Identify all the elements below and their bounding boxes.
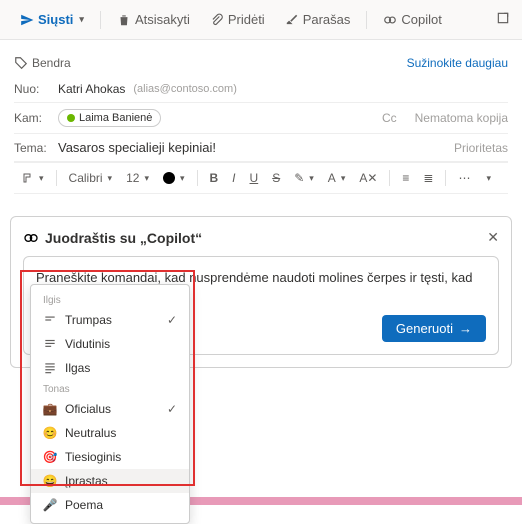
generate-button[interactable]: Generuoti → [382, 315, 486, 342]
length-icon [43, 337, 57, 351]
send-label: Siųsti [38, 12, 73, 27]
font-select[interactable]: Calibri▾ [65, 169, 117, 187]
signature-button[interactable]: Parašas [277, 8, 359, 31]
paint-icon [22, 172, 34, 184]
bullets-button[interactable]: ≡ [398, 169, 413, 187]
color-swatch-icon [163, 172, 175, 184]
attach-icon [210, 13, 224, 27]
color-button[interactable]: ▾ [159, 170, 189, 186]
check-icon: ✓ [167, 402, 177, 416]
presence-icon [67, 114, 75, 122]
numbered-button[interactable]: ≣ [419, 169, 437, 187]
cc-button[interactable]: Cc [382, 111, 397, 125]
compose-toolbar: Siųsti ▾ Atsisakyti Pridėti Parašas Copi… [0, 0, 522, 40]
tone-option[interactable]: 😄Įprastas [31, 469, 189, 493]
tone-icon: 🎤 [43, 498, 57, 512]
copilot-logo-icon [23, 230, 39, 246]
signature-icon [285, 13, 299, 27]
recipient-pill[interactable]: Laima Banienė [58, 109, 161, 127]
send-icon [20, 13, 34, 27]
chevron-down-icon: ▾ [79, 14, 84, 25]
tone-icon: 😊 [43, 426, 57, 440]
tone-icon: 😄 [43, 474, 57, 488]
more-format-button[interactable]: ⋯ [454, 169, 474, 187]
separator [366, 11, 367, 29]
learn-more-link[interactable]: Sužinokite daugiau [407, 56, 508, 70]
subject-label: Tema: [14, 141, 50, 155]
copilot-button[interactable]: Copilot [375, 8, 449, 31]
tone-option[interactable]: 😊Neutralus [31, 421, 189, 445]
clear-format-button[interactable]: A✕ [355, 169, 381, 187]
check-icon: ✓ [167, 313, 177, 327]
priority-button[interactable]: Prioritetas [454, 141, 508, 155]
popout-button[interactable] [496, 11, 510, 28]
bold-button[interactable]: B [206, 169, 223, 187]
strike-button[interactable]: S [268, 169, 284, 187]
send-button[interactable]: Siųsti ▾ [12, 8, 92, 31]
discard-button[interactable]: Atsisakyti [109, 8, 198, 31]
composer-area: Bendra Sužinokite daugiau Nuo: Katri Aho… [0, 40, 522, 204]
tone-icon: 🎯 [43, 450, 57, 464]
length-option[interactable]: Trumpas✓ [31, 308, 189, 332]
tag-icon [14, 56, 28, 70]
tone-icon: 💼 [43, 402, 57, 416]
length-option[interactable]: Vidutinis [31, 332, 189, 356]
section-length: Ilgis [31, 291, 189, 308]
tone-option[interactable]: 💼Oficialus✓ [31, 397, 189, 421]
bcc-button[interactable]: Nematoma kopija [415, 111, 508, 125]
section-tone: Tonas [31, 380, 189, 397]
highlight-button[interactable]: ✎▾ [290, 169, 318, 187]
fontcolor-button[interactable]: A▾ [324, 169, 350, 187]
subject-text[interactable]: Vasaros specialieji kepiniai! [58, 140, 216, 155]
to-field[interactable]: Kam: Laima Banienė Cc Nematoma kopija [14, 103, 508, 134]
subject-field[interactable]: Tema: Vasaros specialieji kepiniai! Prio… [14, 134, 508, 162]
from-name[interactable]: Katri Ahokas [58, 82, 125, 96]
tag-label[interactable]: Bendra [14, 56, 71, 70]
length-icon [43, 361, 57, 375]
copilot-title: Juodraštis su „Copilot“ [45, 230, 202, 246]
from-alias: (alias@contoso.com) [133, 83, 236, 95]
tone-option[interactable]: 🎯Tiesioginis [31, 445, 189, 469]
length-option[interactable]: Ilgas [31, 356, 189, 380]
popout-icon [496, 11, 510, 25]
expand-format-button[interactable]: ▾ [480, 171, 495, 186]
format-painter-button[interactable]: ▾ [18, 170, 48, 186]
trash-icon [117, 13, 131, 27]
underline-button[interactable]: U [246, 169, 263, 187]
arrow-right-icon: → [459, 321, 472, 336]
from-label: Nuo: [14, 82, 50, 96]
size-select[interactable]: 12▾ [122, 169, 153, 187]
close-button[interactable]: ✕ [487, 229, 499, 246]
separator [100, 11, 101, 29]
length-icon [43, 313, 57, 327]
italic-button[interactable]: I [228, 169, 239, 187]
tone-option[interactable]: 🎤Poema [31, 493, 189, 517]
copilot-icon [383, 13, 397, 27]
adjust-dropdown: Ilgis Trumpas✓VidutinisIlgas Tonas 💼Ofic… [30, 284, 190, 524]
format-bar: ▾ Calibri▾ 12▾ ▾ B I U S ✎▾ A▾ A✕ ≡ ≣ ⋯ … [14, 162, 508, 194]
from-field: Nuo: Katri Ahokas (alias@contoso.com) [14, 76, 508, 103]
to-label: Kam: [14, 111, 50, 125]
attach-button[interactable]: Pridėti [202, 8, 273, 31]
